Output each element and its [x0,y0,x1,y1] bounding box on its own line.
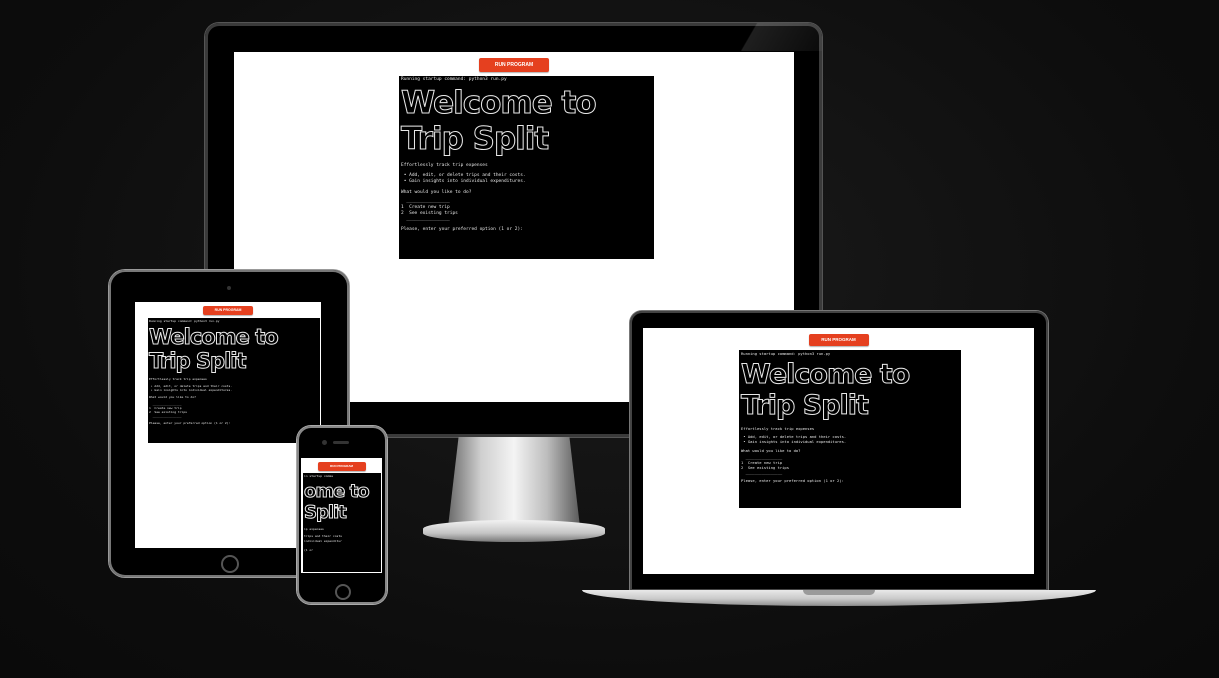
tablet-home-button-icon [221,555,239,573]
input-prompt: Please, enter your preferred option (1 o… [149,420,231,425]
terminal[interactable]: Running startup command: python3 run.py … [739,350,961,508]
startup-line: in startup comma [304,474,333,478]
banner-line-2: Split [304,501,348,523]
run-program-button[interactable]: RUN PROGRAM [808,334,869,346]
tablet-screen: RUN PROGRAM Running startup command: pyt… [135,302,321,548]
run-program-button[interactable]: RUN PROGRAM [317,462,366,471]
run-program-button[interactable]: RUN PROGRAM [203,306,253,315]
laptop-notch [803,590,875,595]
screen-glare [702,23,822,51]
input-prompt: Please, enter your preferred option (1 o… [741,478,844,484]
terminal[interactable]: in startup comma ome to Split ip expense… [303,473,381,572]
phone-home-button-icon [335,584,351,600]
startup-line: Running startup command: python3 run.py [401,77,507,82]
startup-line: Running startup command: python3 run.py [149,319,220,323]
terminal[interactable]: Running startup command: python3 run.py … [148,318,320,443]
monitor-stand-base [423,520,605,542]
banner-line-1: Welcome to [401,85,598,122]
input-prompt: Please, enter your preferred option (1 o… [401,226,523,232]
banner-line-1: ome to [304,481,371,503]
phone-speaker-icon [333,441,349,444]
banner-line-2: Trip Split [401,120,550,157]
run-program-button[interactable]: RUN PROGRAM [479,58,549,72]
input-prompt: (1 or [304,547,314,552]
banner-line-2: Trip Split [149,349,248,374]
banner-line-1: Welcome to [741,359,911,391]
banner-line-2: Trip Split [741,390,870,422]
startup-line: Running startup command: python3 run.py [741,351,831,356]
phone-screen: RUN PROGRAM in startup comma ome to Spli… [301,458,382,573]
banner-line-1: Welcome to [149,325,280,350]
tablet-camera-icon [227,286,231,290]
phone-camera-icon [322,440,327,445]
terminal[interactable]: Running startup command: python3 run.py … [399,76,654,259]
monitor-stand-neck [448,437,580,527]
laptop-screen: RUN PROGRAM Running startup command: pyt… [643,328,1034,574]
